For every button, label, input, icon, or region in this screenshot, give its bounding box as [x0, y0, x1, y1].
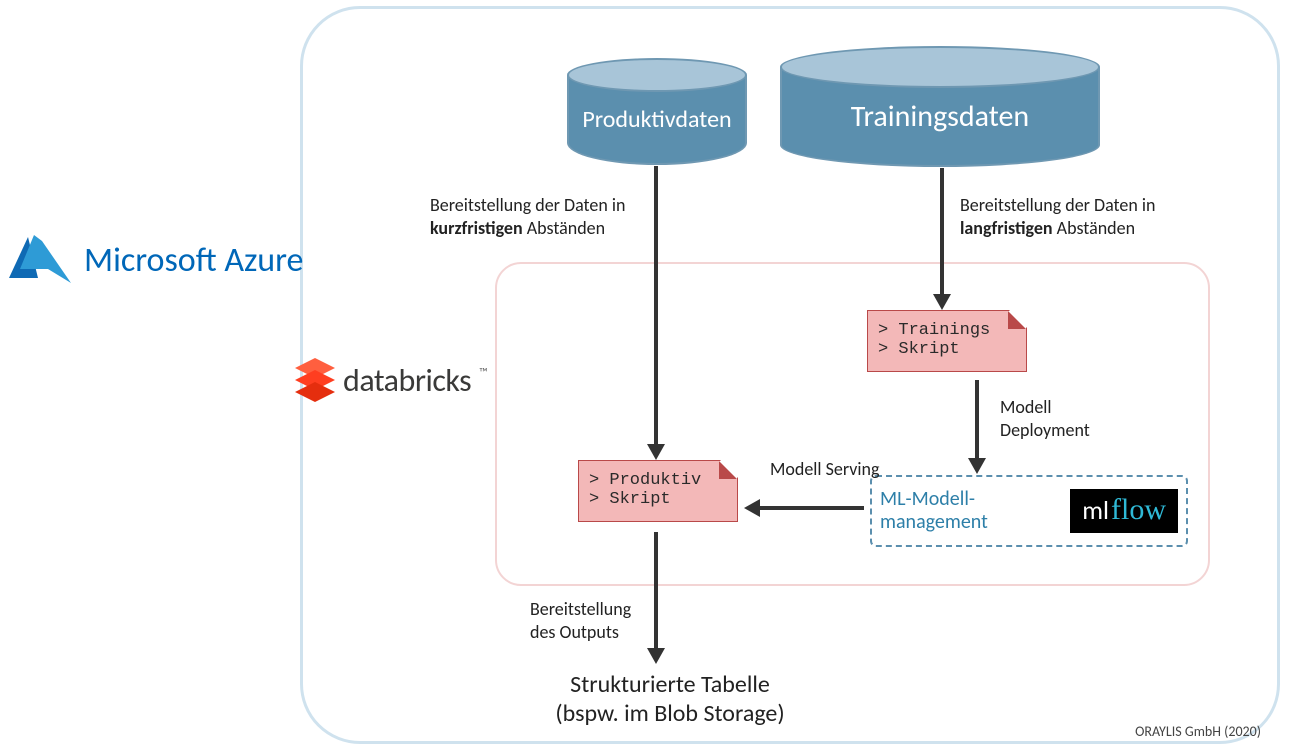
- arrowhead-script-to-mlflow: [968, 458, 986, 474]
- mlflow-logo: mlflow: [1070, 489, 1178, 533]
- databricks-icon: [295, 358, 335, 402]
- arrowhead-script-to-output: [647, 648, 665, 664]
- output-table-title: Strukturierte Tabelle (bspw. im Blob Sto…: [490, 670, 850, 728]
- caption-model-serving: Modell Serving: [770, 458, 890, 481]
- azure-icon: [8, 235, 72, 285]
- productive-script-note: > Produktiv > Skript: [578, 460, 738, 522]
- caption-train-provision: Bereitstellung der Daten in langfristige…: [960, 194, 1190, 239]
- azure-logo-text: Microsoft Azure: [84, 240, 303, 281]
- training-script-line2: > Skript: [878, 340, 1016, 359]
- training-script-note: > Trainings > Skript: [867, 310, 1027, 372]
- attribution-text: ORAYLIS GmbH (2020): [1135, 723, 1261, 740]
- productive-script-line1: > Produktiv: [589, 471, 727, 490]
- databricks-logo-text: databricks: [343, 361, 471, 400]
- training-script-line1: > Trainings: [878, 321, 1016, 340]
- output-line2: (bspw. im Blob Storage): [490, 699, 850, 728]
- training-data-cylinder: Trainingsdaten: [780, 46, 1100, 168]
- ml-model-management-box: ML-Modell-management mlflow: [870, 475, 1188, 547]
- productive-data-label: Produktivdaten: [582, 105, 731, 134]
- trademark-symbol: ™: [479, 366, 487, 380]
- caption-model-deployment: Modell Deployment: [1000, 396, 1140, 441]
- arrowhead-prod-to-script: [647, 444, 665, 460]
- arrowhead-mlflow-to-prodscript: [744, 499, 760, 517]
- arrow-train-to-script: [940, 168, 944, 296]
- ml-model-management-label: ML-Modell-management: [880, 488, 1060, 534]
- productive-data-cylinder: Produktivdaten: [567, 58, 747, 166]
- training-data-label: Trainingsdaten: [851, 98, 1029, 135]
- output-line1: Strukturierte Tabelle: [490, 670, 850, 699]
- caption-prod-provision: Bereitstellung der Daten in kurzfristige…: [430, 194, 650, 239]
- productive-script-line2: > Skript: [589, 490, 727, 509]
- mlflow-flow-text: flow: [1111, 493, 1166, 527]
- arrow-script-to-output: [654, 532, 658, 650]
- arrowhead-train-to-script: [933, 294, 951, 310]
- mlflow-ml-text: ml: [1082, 494, 1109, 526]
- arrow-mlflow-to-prodscript: [760, 506, 864, 510]
- microsoft-azure-logo: Microsoft Azure: [8, 235, 303, 285]
- arrow-script-to-mlflow: [975, 380, 979, 460]
- databricks-logo: databricks ™: [295, 358, 488, 402]
- arrow-prod-to-script: [654, 166, 658, 446]
- caption-output-provision: Bereitstellung des Outputs: [530, 598, 650, 643]
